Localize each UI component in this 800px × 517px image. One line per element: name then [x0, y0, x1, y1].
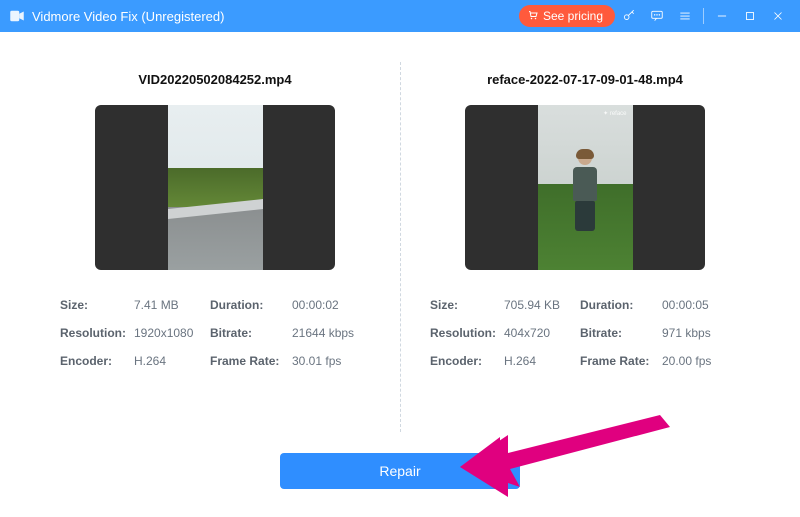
- app-title: Vidmore Video Fix (Unregistered): [32, 9, 224, 24]
- cart-icon: [527, 9, 539, 24]
- main-content: VID20220502084252.mp4 Size: 7.41 MB Dura…: [0, 32, 800, 432]
- meta-label-bitrate: Bitrate:: [210, 326, 288, 340]
- meta-value-bitrate: 971 kbps: [662, 326, 740, 340]
- see-pricing-button[interactable]: See pricing: [519, 5, 615, 27]
- sample-meta: Size: 705.94 KB Duration: 00:00:05 Resol…: [430, 298, 740, 368]
- titlebar-separator: [703, 8, 704, 24]
- meta-label-size: Size:: [430, 298, 500, 312]
- meta-label-framerate: Frame Rate:: [210, 354, 288, 368]
- meta-value-framerate: 30.01 fps: [292, 354, 370, 368]
- meta-value-encoder: H.264: [134, 354, 206, 368]
- sample-filename: reface-2022-07-17-09-01-48.mp4: [487, 72, 683, 87]
- panel-divider: [400, 62, 401, 432]
- meta-label-bitrate: Bitrate:: [580, 326, 658, 340]
- meta-label-duration: Duration:: [210, 298, 288, 312]
- meta-value-duration: 00:00:05: [662, 298, 740, 312]
- titlebar: Vidmore Video Fix (Unregistered) See pri…: [0, 0, 800, 32]
- maximize-icon[interactable]: [736, 2, 764, 30]
- meta-label-encoder: Encoder:: [60, 354, 130, 368]
- meta-value-bitrate: 21644 kbps: [292, 326, 370, 340]
- sample-thumbnail-image: ✦ reface: [538, 105, 633, 270]
- source-video-panel: VID20220502084252.mp4 Size: 7.41 MB Dura…: [30, 72, 400, 432]
- repair-button[interactable]: Repair: [280, 453, 520, 489]
- source-filename: VID20220502084252.mp4: [138, 72, 291, 87]
- watermark-icon: ✦ reface: [603, 111, 626, 117]
- sample-video-panel: reface-2022-07-17-09-01-48.mp4 ✦ reface …: [400, 72, 770, 432]
- meta-label-encoder: Encoder:: [430, 354, 500, 368]
- source-thumbnail-image: [168, 105, 263, 270]
- meta-value-duration: 00:00:02: [292, 298, 370, 312]
- app-logo-icon: [8, 7, 26, 25]
- meta-label-resolution: Resolution:: [60, 326, 130, 340]
- meta-label-framerate: Frame Rate:: [580, 354, 658, 368]
- sample-thumbnail[interactable]: ✦ reface: [465, 105, 705, 270]
- meta-value-encoder: H.264: [504, 354, 576, 368]
- see-pricing-label: See pricing: [543, 9, 603, 23]
- minimize-icon[interactable]: [708, 2, 736, 30]
- key-icon[interactable]: [615, 2, 643, 30]
- meta-label-size: Size:: [60, 298, 130, 312]
- menu-icon[interactable]: [671, 2, 699, 30]
- meta-value-size: 705.94 KB: [504, 298, 576, 312]
- meta-value-framerate: 20.00 fps: [662, 354, 740, 368]
- action-bar: Repair: [0, 453, 800, 489]
- source-meta: Size: 7.41 MB Duration: 00:00:02 Resolut…: [60, 298, 370, 368]
- meta-value-resolution: 404x720: [504, 326, 576, 340]
- meta-label-duration: Duration:: [580, 298, 658, 312]
- meta-label-resolution: Resolution:: [430, 326, 500, 340]
- meta-value-resolution: 1920x1080: [134, 326, 206, 340]
- close-icon[interactable]: [764, 2, 792, 30]
- meta-value-size: 7.41 MB: [134, 298, 206, 312]
- source-thumbnail[interactable]: [95, 105, 335, 270]
- feedback-icon[interactable]: [643, 2, 671, 30]
